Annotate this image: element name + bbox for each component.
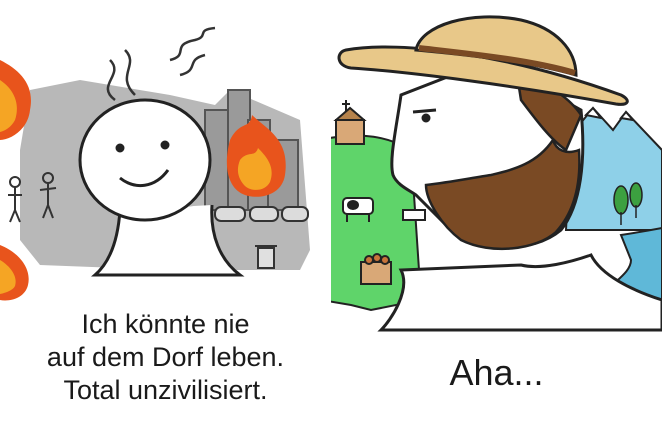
left-caption: Ich könnte nie auf dem Dorf leben. Total… [0,308,331,407]
right-panel: Aha... [331,0,662,430]
right-caption: Aha... [449,352,544,393]
left-caption-line-3: Total unzivilisiert. [63,375,268,405]
left-panel: Ich könnte nie auf dem Dorf leben. Total… [0,0,331,430]
trash-can-icon [255,245,277,269]
left-caption-line-1: Ich könnte nie [81,309,250,339]
meme: Ich könnte nie auf dem Dorf leben. Total… [0,0,662,430]
kid-head [78,98,212,222]
basket-icon [360,253,392,285]
farmer-shirt [377,253,662,332]
left-caption-line-2: auf dem Dorf leben. [46,342,285,372]
church-icon [333,100,367,145]
farmer-mouth [402,209,426,221]
fire-icon-bottom-left [0,245,29,301]
